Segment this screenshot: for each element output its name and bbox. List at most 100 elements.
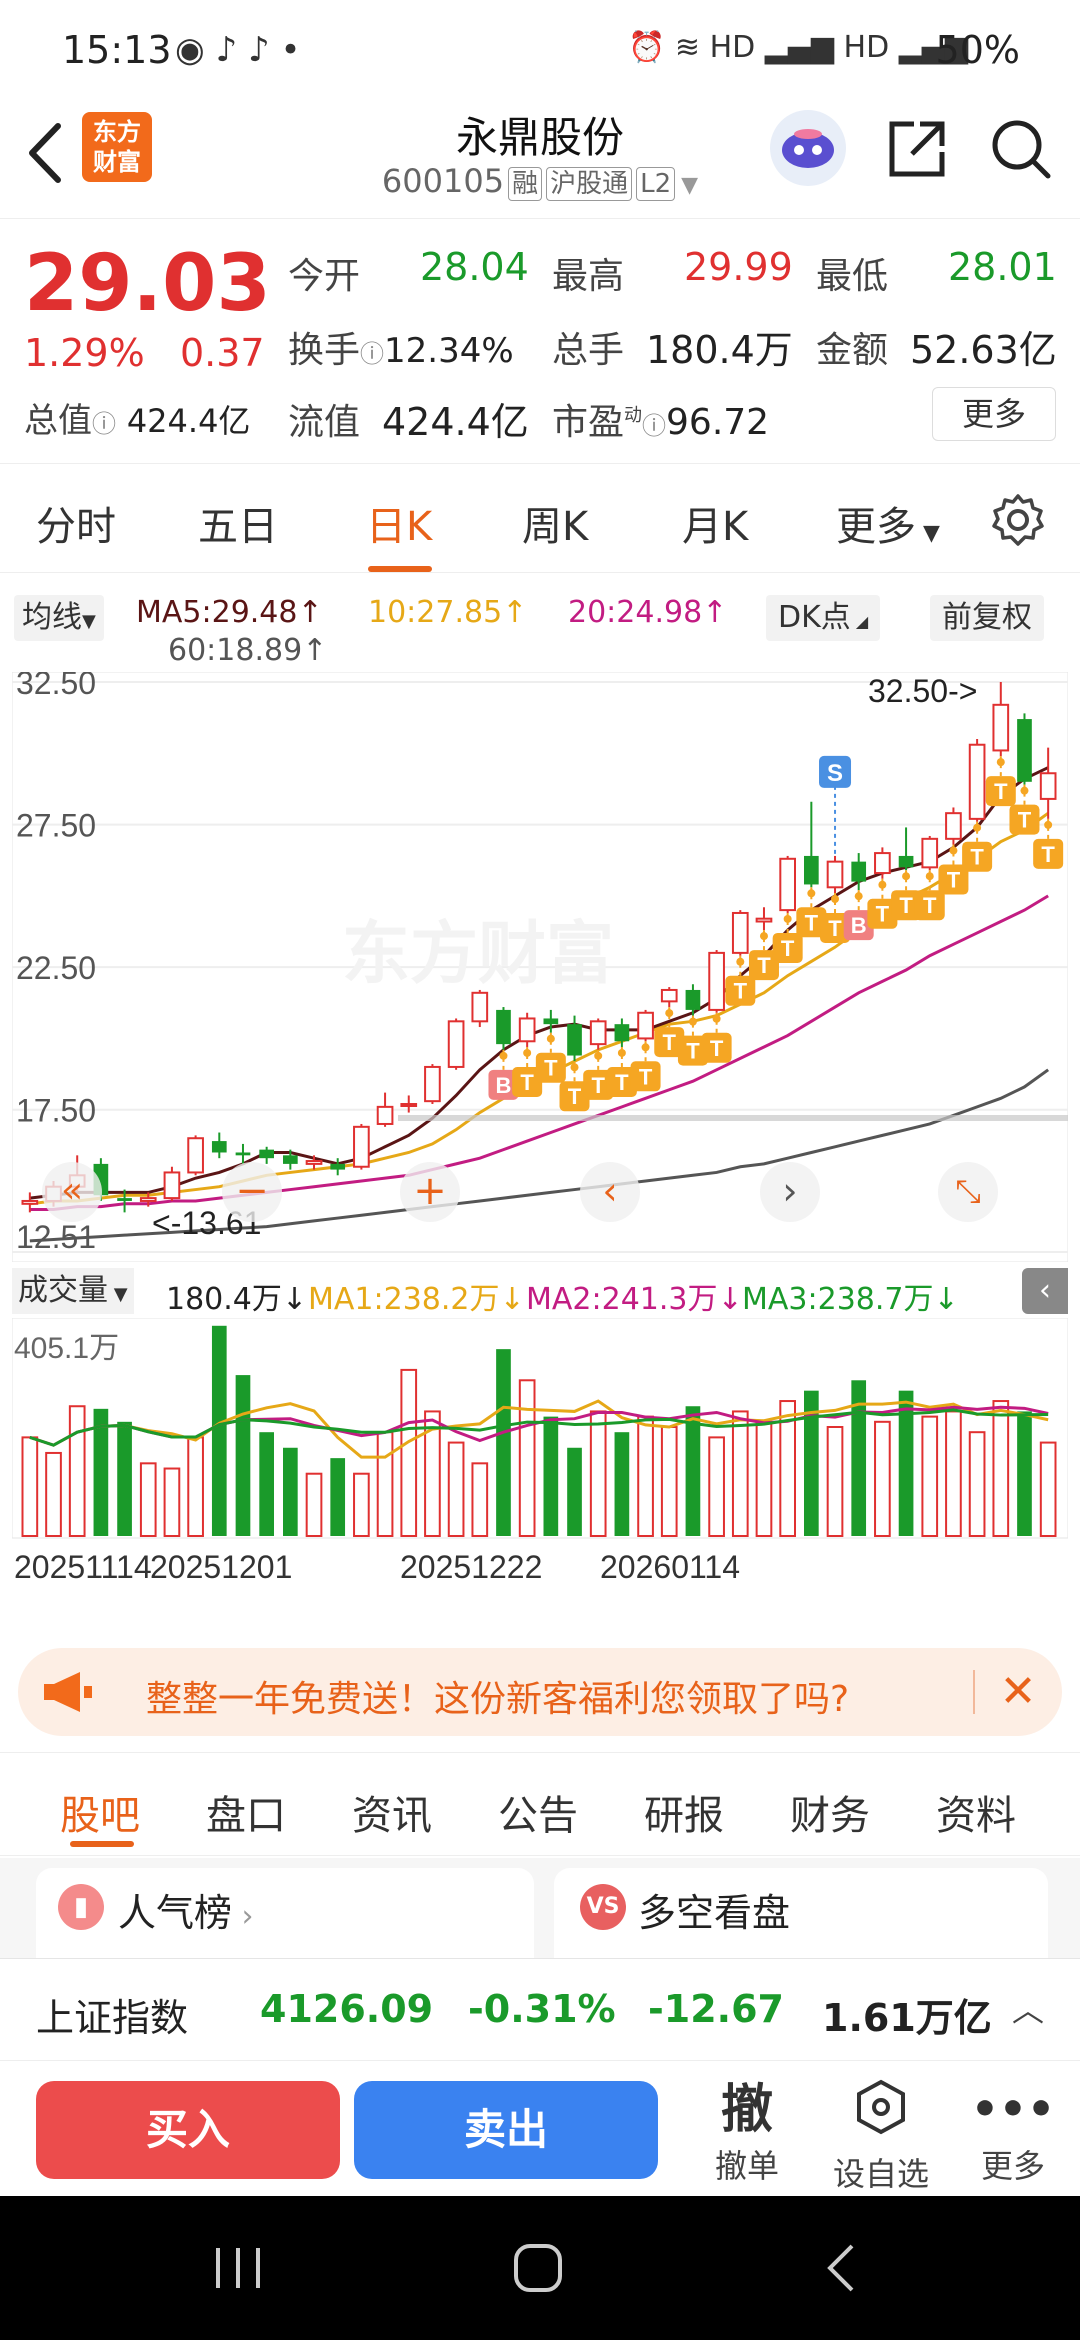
step-left-icon[interactable]: ‹ bbox=[580, 1162, 640, 1222]
settings-icon[interactable] bbox=[990, 492, 1046, 548]
tab-more[interactable]: 更多 ▼ bbox=[836, 494, 940, 552]
candle-body bbox=[424, 1065, 441, 1103]
dk-point-button[interactable]: DK点 ◢ bbox=[766, 595, 881, 641]
candle-body bbox=[660, 988, 678, 1003]
index-ticker[interactable]: 上证指数 4126.09 -0.31% -12.67 1.61万亿 ︿ bbox=[0, 1958, 1080, 2058]
info-tabs: 股吧 盘口 资讯 公告 研报 财务 资料 bbox=[0, 1752, 1080, 1856]
recent-apps-icon[interactable] bbox=[208, 2242, 268, 2294]
adjust-button[interactable]: 前复权 bbox=[930, 595, 1044, 641]
tab-news[interactable]: 资讯 bbox=[352, 1783, 432, 1841]
candle-body bbox=[353, 1125, 370, 1168]
vol-ma1-value: MA1:238.2万 bbox=[308, 1282, 500, 1317]
active-tab-indicator bbox=[368, 566, 432, 572]
info-icon[interactable]: ⓘ bbox=[642, 412, 666, 440]
tab-weekly-k[interactable]: 周K bbox=[522, 494, 588, 552]
fullscreen-icon[interactable]: ⤡ bbox=[938, 1162, 998, 1222]
pe-label: 市盈 bbox=[552, 402, 625, 443]
caret-down-icon: ▼ bbox=[108, 1284, 128, 1305]
zoom-out-icon[interactable]: − bbox=[222, 1162, 282, 1222]
volume-bar bbox=[211, 1325, 227, 1536]
tab-daily-k[interactable]: 日K bbox=[366, 494, 432, 552]
share-icon[interactable] bbox=[884, 116, 950, 182]
promo-banner[interactable]: 整整一年免费送！这份新客福利您领取了吗? ✕ bbox=[18, 1648, 1062, 1736]
candle-body bbox=[708, 951, 725, 1011]
volume-bar bbox=[1017, 1411, 1032, 1536]
tab-pankou[interactable]: 盘口 bbox=[206, 1783, 286, 1841]
ai-assistant-icon[interactable] bbox=[770, 110, 846, 186]
ma-selector[interactable]: 均线▼ bbox=[14, 595, 104, 641]
candle-body bbox=[139, 1197, 157, 1202]
step-right-icon[interactable]: › bbox=[760, 1162, 820, 1222]
info-icon[interactable]: ⓘ bbox=[92, 410, 116, 438]
volume-chart[interactable]: 成交量 ▼ 180.4万↓ MA1:238.2万↓ MA2:241.3万↓ MA… bbox=[12, 1262, 1068, 1622]
volume-bar bbox=[921, 1415, 939, 1537]
more-quote-button[interactable]: 更多 bbox=[932, 387, 1056, 441]
t-signal-text: T bbox=[994, 779, 1008, 804]
volume-bar bbox=[496, 1349, 511, 1536]
volume-bar bbox=[68, 1405, 86, 1537]
tab-five-day[interactable]: 五日 bbox=[198, 494, 278, 552]
zoom-in-icon[interactable]: + bbox=[400, 1162, 460, 1222]
t-signal-text: T bbox=[663, 1030, 677, 1055]
tab-profile[interactable]: 资料 bbox=[936, 1783, 1016, 1841]
sell-button[interactable]: 卖出 bbox=[354, 2081, 658, 2179]
signal-dot bbox=[712, 1014, 721, 1023]
signal-dot bbox=[570, 1063, 579, 1072]
t-signal-text: T bbox=[757, 953, 771, 978]
info-icon[interactable]: ⓘ bbox=[360, 340, 384, 368]
change-amount: 0.37 bbox=[180, 331, 265, 375]
signal-dot bbox=[807, 889, 816, 898]
battery-level: 50% bbox=[935, 28, 1020, 72]
scroll-left-icon[interactable]: « bbox=[42, 1162, 102, 1222]
t-signal-text: T bbox=[876, 902, 890, 927]
hexagon-icon bbox=[826, 2079, 936, 2149]
y-tick-label: 17.50 bbox=[16, 1093, 96, 1129]
tab-research[interactable]: 研报 bbox=[644, 1783, 724, 1841]
tab-finance[interactable]: 财务 bbox=[790, 1783, 870, 1841]
tab-intraday[interactable]: 分时 bbox=[36, 494, 116, 552]
vol-ma2-value: MA2:241.3万 bbox=[526, 1282, 718, 1317]
float-label: 流值 bbox=[288, 402, 361, 443]
add-watchlist-button[interactable]: 设自选 bbox=[826, 2079, 936, 2195]
home-icon[interactable] bbox=[508, 2240, 568, 2296]
buy-button[interactable]: 买入 bbox=[36, 2081, 340, 2179]
candle-body bbox=[874, 852, 891, 875]
kline-chart[interactable]: 东方财富 BTTTTTTTTTTTTTTBTTTTTTTTS 32.50 27.5… bbox=[11, 665, 1069, 1263]
signal-dot bbox=[854, 892, 863, 901]
signal-dot bbox=[688, 1017, 697, 1026]
candle-body bbox=[826, 860, 844, 889]
candle-body bbox=[282, 1155, 298, 1164]
vol-ma3: MA3:238.7万↓ bbox=[742, 1282, 959, 1317]
vol-ma3-value: MA3:238.7万 bbox=[742, 1282, 934, 1317]
x-axis-label: 20251114 bbox=[14, 1549, 152, 1585]
more-actions-button[interactable]: ••• 更多 bbox=[958, 2079, 1068, 2187]
chevron-up-icon[interactable]: ︿ bbox=[1012, 1985, 1044, 2031]
nav-back-icon[interactable] bbox=[816, 2240, 866, 2296]
volume-bar bbox=[447, 1441, 465, 1537]
close-icon[interactable]: ✕ bbox=[988, 1662, 1048, 1722]
system-nav-bar bbox=[0, 2196, 1080, 2340]
cancel-order-button[interactable]: 撤 撤单 bbox=[692, 2079, 802, 2187]
volume-bar bbox=[874, 1420, 891, 1537]
candle-body bbox=[163, 1171, 181, 1200]
vs-icon: VS bbox=[580, 1884, 626, 1930]
search-icon[interactable] bbox=[988, 116, 1054, 182]
candle-body bbox=[803, 855, 819, 885]
buy-signal-text: B bbox=[496, 1073, 512, 1098]
candle-body bbox=[731, 911, 749, 954]
collapse-panel-icon[interactable]: ‹ bbox=[1022, 1268, 1068, 1314]
tab-guba[interactable]: 股吧 bbox=[60, 1783, 140, 1841]
open-value: 28.04 bbox=[420, 245, 529, 289]
signal-dot bbox=[831, 895, 840, 904]
volume-selector[interactable]: 成交量 ▼ bbox=[12, 1268, 134, 1314]
turnover-row: 换手ⓘ12.34% bbox=[288, 321, 514, 373]
tab-announcements[interactable]: 公告 bbox=[498, 1783, 578, 1841]
feature-cards: ▮ 人气榜 › VS 多空看盘 bbox=[0, 1858, 1080, 1978]
ma10-value: 10:27.85 bbox=[368, 595, 503, 630]
signal-dot bbox=[1020, 786, 1029, 795]
candle-body bbox=[1039, 772, 1057, 800]
promo-divider bbox=[973, 1670, 975, 1714]
tab-monthly-k[interactable]: 月K bbox=[682, 494, 748, 552]
volume-label: 总手 bbox=[552, 330, 625, 371]
candle-body bbox=[543, 1018, 559, 1025]
